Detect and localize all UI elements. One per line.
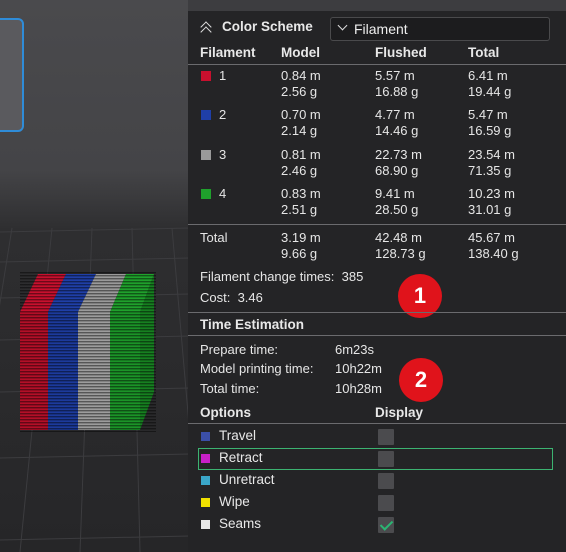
- filament-3-model: 0.81 m 2.46 g: [281, 147, 321, 178]
- option-retract-label: Retract: [219, 450, 263, 465]
- filament-3-id: 3: [219, 147, 227, 162]
- collapse-chevron-icon[interactable]: [200, 20, 214, 34]
- filament-4-id: 4: [219, 186, 227, 201]
- option-travel-color-swatch: [201, 432, 210, 441]
- time-estimation-title: Time Estimation: [200, 317, 305, 332]
- option-unretract-color-swatch: [201, 476, 210, 485]
- filament-change-times: Filament change times: 385: [200, 269, 364, 284]
- cost: Cost: 3.46: [200, 290, 263, 305]
- col-header-total: Total: [468, 45, 500, 60]
- object-list-card[interactable]: [0, 18, 24, 132]
- option-retract-color-swatch: [201, 454, 210, 463]
- filament-3-flushed: 22.73 m 68.90 g: [375, 147, 422, 178]
- color-scheme-select[interactable]: Filament: [330, 17, 550, 41]
- filament-2-total: 5.47 m 16.59 g: [468, 107, 512, 138]
- filament-4-color-swatch: [201, 189, 211, 199]
- col-header-flushed: Flushed: [375, 45, 427, 60]
- chevron-down-icon: [339, 22, 348, 31]
- totals-total: 45.67 m 138.40 g: [468, 230, 519, 261]
- total-time-value: 10h28m: [335, 381, 382, 396]
- filament-2-model: 0.70 m 2.14 g: [281, 107, 321, 138]
- color-scheme-value: Filament: [354, 21, 408, 37]
- option-seams-label: Seams: [219, 516, 262, 531]
- filament-1-flushed: 5.57 m 16.88 g: [375, 68, 419, 99]
- annotation-badge-2: 2: [399, 358, 443, 402]
- option-wipe-label: Wipe: [219, 494, 250, 509]
- prepare-time-label: Prepare time:: [200, 342, 279, 357]
- filament-2-color-swatch: [201, 110, 211, 120]
- option-wipe-color-swatch: [201, 498, 210, 507]
- filament-1-model: 0.84 m 2.56 g: [281, 68, 321, 99]
- option-seams-display-checkbox[interactable]: [378, 517, 394, 533]
- filament-2-flushed: 4.77 m 14.46 g: [375, 107, 419, 138]
- model-printing-time-value: 10h22m: [335, 361, 382, 376]
- total-time-label: Total time:: [200, 381, 260, 396]
- filament-4-flushed: 9.41 m 28.50 g: [375, 186, 419, 217]
- col-header-filament: Filament: [200, 45, 256, 60]
- color-scheme-header[interactable]: Color Scheme: [200, 19, 313, 34]
- filament-3-total: 23.54 m 71.35 g: [468, 147, 515, 178]
- model-printing-time-label: Model printing time:: [200, 361, 314, 376]
- filament-4-total: 10.23 m 31.01 g: [468, 186, 515, 217]
- time-divider-top: [188, 312, 566, 313]
- filament-1-id: 1: [219, 68, 227, 83]
- option-travel-display-checkbox[interactable]: [378, 429, 394, 445]
- display-title: Display: [375, 405, 424, 420]
- slice-statistics-panel: Color Scheme Filament Filament Model Flu…: [188, 11, 566, 552]
- totals-model: 3.19 m 9.66 g: [281, 230, 321, 261]
- option-retract-display-checkbox[interactable]: [378, 451, 394, 467]
- panel-top-strip: [188, 0, 566, 11]
- filament-1-color-swatch: [201, 71, 211, 81]
- totals-flushed: 42.48 m 128.73 g: [375, 230, 426, 261]
- option-seams-color-swatch: [201, 520, 210, 529]
- col-header-model: Model: [281, 45, 320, 60]
- option-wipe-display-checkbox[interactable]: [378, 495, 394, 511]
- filament-1-total: 6.41 m 19.44 g: [468, 68, 512, 99]
- filament-2-id: 2: [219, 107, 227, 122]
- color-scheme-title: Color Scheme: [222, 19, 313, 34]
- totals-label: Total: [200, 230, 228, 245]
- sliced-model-preview: [20, 272, 156, 432]
- options-divider: [188, 423, 566, 424]
- filament-3-color-swatch: [201, 150, 211, 160]
- totals-divider: [188, 224, 566, 225]
- option-travel-label: Travel: [219, 428, 257, 443]
- prepare-time-value: 6m23s: [335, 342, 375, 357]
- options-title: Options: [200, 405, 251, 420]
- option-unretract-label: Unretract: [219, 472, 275, 487]
- time-divider: [188, 335, 566, 336]
- header-divider: [188, 64, 566, 65]
- filament-4-model: 0.83 m 2.51 g: [281, 186, 321, 217]
- option-unretract-display-checkbox[interactable]: [378, 473, 394, 489]
